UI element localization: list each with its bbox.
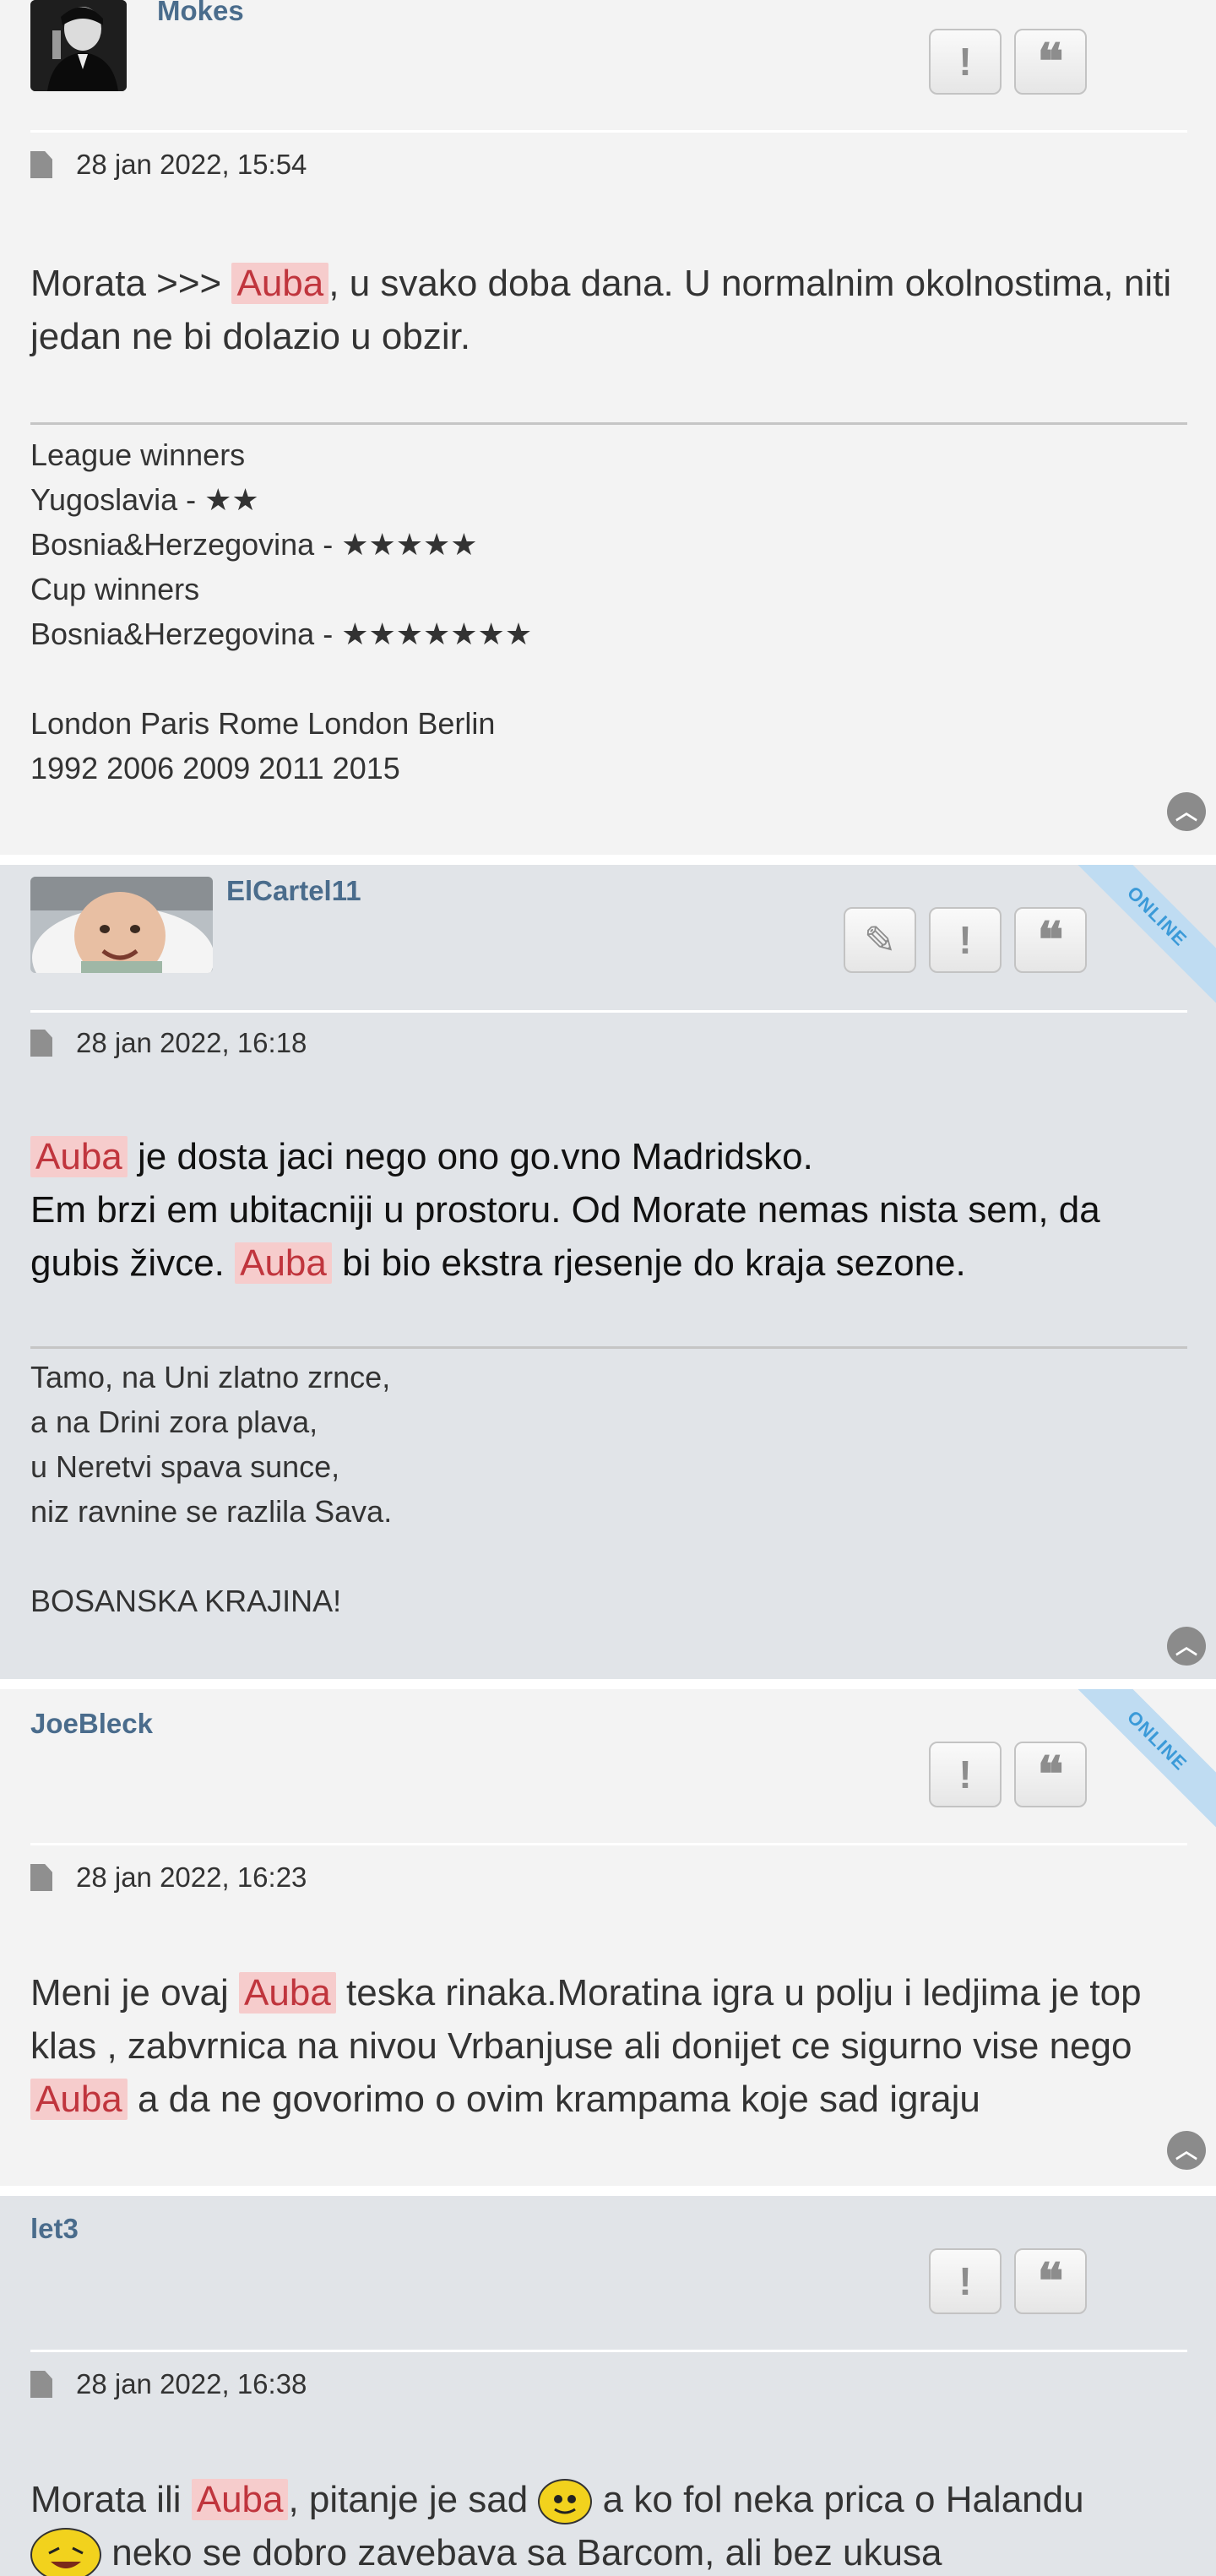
smiley-icon: [538, 2479, 593, 2525]
content-line: Auba je dosta jaci nego ono go.vno Madri…: [30, 1130, 1187, 1183]
quote-button[interactable]: ❝: [1014, 1742, 1087, 1807]
post-elcartel11: ONLINE ElCartel11 ✎ ! ❝ 28 jan 2022, 16:…: [0, 865, 1216, 1679]
post-content: Auba je dosta jaci nego ono go.vno Madri…: [30, 1130, 1187, 1290]
content-line: neko se dobro zavebava sa Barcom, ali be…: [30, 2526, 1187, 2576]
signature-divider: [30, 422, 1187, 425]
avatar[interactable]: [30, 877, 213, 973]
quote-button[interactable]: ❝: [1014, 2248, 1087, 2314]
quote-icon: ❝: [1037, 2253, 1064, 2310]
online-badge: ONLINE: [1065, 1689, 1216, 1833]
signature-line: a na Drini zora plava,: [30, 1405, 318, 1439]
back-to-top-button[interactable]: ︿: [1167, 1627, 1206, 1666]
divider: [30, 130, 1187, 133]
post-content: Meni je ovaj Auba teska rinaka.Moratina …: [30, 1966, 1187, 2126]
file-icon: [30, 1030, 52, 1057]
post-date-text: 28 jan 2022, 16:38: [76, 2368, 307, 2399]
post-date: 28 jan 2022, 15:54: [30, 149, 307, 181]
post-mokes: Mokes ! ❝ 28 jan 2022, 15:54 Morata >>> …: [0, 0, 1216, 855]
signature-line: Bosnia&Herzegovina - ★★★★★: [30, 527, 478, 562]
content-line: Morata ili Auba, pitanje je sad a ko fol…: [30, 2473, 1187, 2526]
report-button[interactable]: !: [929, 2248, 1002, 2314]
content-text: Morata ili: [30, 2479, 192, 2520]
signature-spacer: [30, 1534, 1187, 1579]
highlight: Auba: [231, 263, 329, 304]
quote-icon: ❝: [1037, 911, 1064, 969]
content-text: Meni je ovaj: [30, 1972, 240, 2014]
post-date: 28 jan 2022, 16:18: [30, 1027, 307, 1059]
post-let3: let3 ! ❝ 28 jan 2022, 16:38 Morata ili A…: [0, 2196, 1216, 2576]
signature-line: London Paris Rome London Berlin: [30, 706, 496, 741]
quote-icon: ❝: [1037, 1746, 1064, 1803]
highlight: Auba: [191, 2479, 289, 2520]
laughing-smiley-icon: [30, 2528, 101, 2576]
content-text: neko se dobro zavebava sa Barcom, ali be…: [101, 2532, 942, 2573]
username[interactable]: JoeBleck: [30, 1708, 153, 1740]
username[interactable]: Mokes: [157, 0, 244, 27]
signature-line: niz ravnine se razlila Sava.: [30, 1494, 393, 1529]
highlight: Auba: [30, 2079, 128, 2120]
divider: [30, 1010, 1187, 1013]
file-icon: [30, 2371, 52, 2398]
chevron-up-icon: ︿: [1175, 2138, 1197, 2163]
avatar[interactable]: [30, 0, 127, 91]
signature-line: 1992 2006 2009 2011 2015: [30, 751, 400, 785]
report-button[interactable]: !: [929, 29, 1002, 95]
back-to-top-button[interactable]: ︿: [1167, 2131, 1206, 2170]
file-icon: [30, 151, 52, 178]
post-date-text: 28 jan 2022, 16:23: [76, 1861, 307, 1893]
online-badge: ONLINE: [1065, 865, 1216, 1008]
content-text: a ko fol neka prica o Halandu: [592, 2479, 1084, 2520]
content-line: Em brzi em ubitacniji u prostoru. Od Mor…: [30, 1183, 1187, 1290]
signature-line: Tamo, na Uni zlatno zrnce,: [30, 1360, 391, 1394]
content-text: a da ne govorimo o ovim krampama koje sa…: [127, 2079, 980, 2120]
post-date-text: 28 jan 2022, 16:18: [76, 1027, 307, 1058]
quote-button[interactable]: ❝: [1014, 29, 1087, 95]
signature-line: u Neretvi spava sunce,: [30, 1449, 340, 1484]
chevron-up-icon: ︿: [1175, 1633, 1197, 1659]
post-date: 28 jan 2022, 16:38: [30, 2368, 307, 2400]
report-button[interactable]: !: [929, 1742, 1002, 1807]
signature-line: League winners: [30, 437, 246, 472]
signature: League winners Yugoslavia - ★★ Bosnia&He…: [30, 432, 1187, 791]
username[interactable]: let3: [30, 2213, 79, 2245]
post-content: Morata ili Auba, pitanje je sad a ko fol…: [30, 2473, 1187, 2576]
signature-spacer: [30, 656, 1187, 701]
post-joebleck: ONLINE JoeBleck ! ❝ 28 jan 2022, 16:23 M…: [0, 1689, 1216, 2186]
post-date: 28 jan 2022, 16:23: [30, 1861, 307, 1894]
content-text: je dosta jaci nego ono go.vno Madridsko.: [127, 1136, 813, 1177]
quote-icon: ❝: [1037, 33, 1064, 90]
content-text: , pitanje je sad: [288, 2479, 539, 2520]
report-button[interactable]: !: [929, 907, 1002, 973]
file-icon: [30, 1864, 52, 1891]
quote-button[interactable]: ❝: [1014, 907, 1087, 973]
chevron-up-icon: ︿: [1175, 799, 1197, 824]
post-content: Morata >>> Auba, u svako doba dana. U no…: [30, 257, 1187, 363]
highlight: Auba: [30, 1136, 128, 1177]
signature-line: BOSANSKA KRAJINA!: [30, 1584, 342, 1618]
back-to-top-button[interactable]: ︿: [1167, 792, 1206, 831]
username[interactable]: ElCartel11: [226, 875, 361, 907]
signature-line: Bosnia&Herzegovina - ★★★★★★★: [30, 617, 533, 651]
post-date-text: 28 jan 2022, 15:54: [76, 149, 307, 180]
divider: [30, 2350, 1187, 2352]
signature-divider: [30, 1346, 1187, 1349]
edit-button[interactable]: ✎: [844, 907, 916, 973]
divider: [30, 1843, 1187, 1845]
signature-line: Cup winners: [30, 572, 200, 606]
content-text: bi bio ekstra rjesenje do kraja sezone.: [331, 1242, 966, 1284]
signature: Tamo, na Uni zlatno zrnce, a na Drini zo…: [30, 1355, 1187, 1623]
pencil-icon: ✎: [863, 918, 897, 962]
highlight: Auba: [235, 1242, 332, 1284]
highlight: Auba: [239, 1972, 336, 2014]
signature-line: Yugoslavia - ★★: [30, 482, 259, 517]
content-text: Morata >>>: [30, 263, 232, 304]
